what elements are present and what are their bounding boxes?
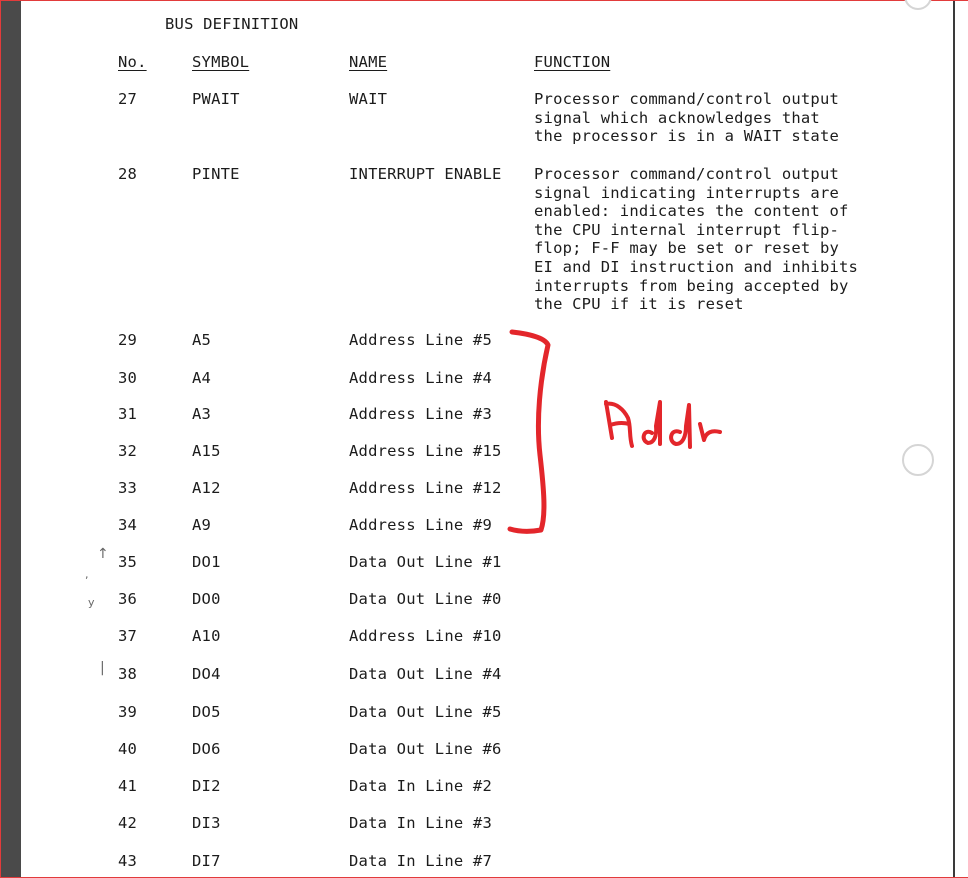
row-symbol: A9 [192,516,212,534]
margin-arrow-mark: ↑ [97,546,109,562]
row-number: 35 [118,553,138,571]
row-symbol: PINTE [192,165,240,183]
row-name: Address Line #9 [349,516,492,534]
row-symbol: A4 [192,369,212,387]
viewer-left-bar [1,1,21,877]
row-name: Data Out Line #1 [349,553,502,571]
row-symbol: DI2 [192,777,221,795]
row-name: INTERRUPT ENABLE [349,165,502,183]
margin-mark: | [100,660,105,676]
row-name: Data Out Line #4 [349,665,502,683]
row-function: Processor command/control output signal … [534,90,840,146]
row-name: Data Out Line #5 [349,703,502,721]
row-symbol: A12 [192,479,221,497]
column-header-function: FUNCTION [534,53,611,71]
column-header-symbol: SYMBOL [192,53,250,71]
row-symbol: A15 [192,442,221,460]
viewer-scrollbar[interactable] [953,1,968,877]
punch-hole [902,444,934,476]
row-number: 30 [118,369,138,387]
row-number: 32 [118,442,138,460]
row-name: Data In Line #7 [349,852,492,870]
row-number: 37 [118,627,138,645]
row-name: Address Line #15 [349,442,502,460]
document-page: BUS DEFINITION No. SYMBOL NAME FUNCTION … [22,1,952,877]
row-symbol: A5 [192,331,212,349]
row-name: Address Line #10 [349,627,502,645]
row-symbol: DI7 [192,852,221,870]
row-number: 34 [118,516,138,534]
row-name: WAIT [349,90,388,108]
column-header-name: NAME [349,53,388,71]
row-function: Processor command/control output signal … [534,165,859,314]
row-number: 27 [118,90,138,108]
row-number: 40 [118,740,138,758]
document-title: BUS DEFINITION [165,15,299,33]
row-number: 43 [118,852,138,870]
row-symbol: A10 [192,627,221,645]
row-number: 29 [118,331,138,349]
row-number: 41 [118,777,138,795]
row-symbol: A3 [192,405,212,423]
row-symbol: DO6 [192,740,221,758]
row-symbol: PWAIT [192,90,240,108]
row-name: Address Line #5 [349,331,492,349]
row-name: Data In Line #2 [349,777,492,795]
margin-mark: , [85,568,89,581]
row-number: 38 [118,665,138,683]
row-symbol: DO1 [192,553,221,571]
row-symbol: DO4 [192,665,221,683]
row-name: Address Line #3 [349,405,492,423]
row-number: 28 [118,165,138,183]
row-number: 42 [118,814,138,832]
row-name: Data Out Line #6 [349,740,502,758]
row-name: Address Line #12 [349,479,502,497]
column-header-no: No. [118,53,147,71]
row-symbol: DO0 [192,590,221,608]
row-number: 31 [118,405,138,423]
row-number: 36 [118,590,138,608]
row-name: Data In Line #3 [349,814,492,832]
row-number: 39 [118,703,138,721]
row-symbol: DO5 [192,703,221,721]
row-name: Address Line #4 [349,369,492,387]
row-name: Data Out Line #0 [349,590,502,608]
margin-mark: y [88,596,95,609]
row-symbol: DI3 [192,814,221,832]
row-number: 33 [118,479,138,497]
